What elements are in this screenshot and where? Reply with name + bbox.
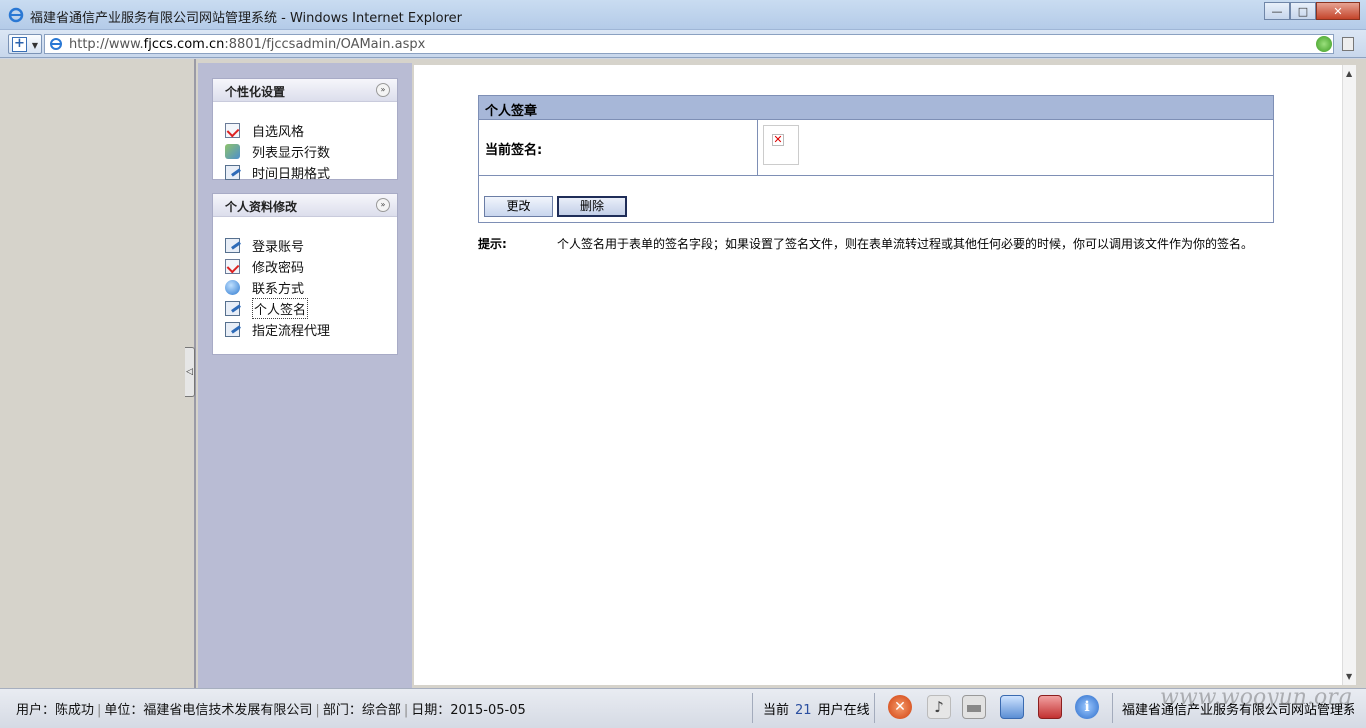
sidebar-item-process-proxy[interactable]: 指定流程代理 [225,319,397,340]
url-path: :8801/fjccsadmin/OAMain.aspx [224,37,426,52]
url-prefix: http://www. [69,37,144,52]
user-info: 用户：陈成功 | 单位：福建省电信技术发展有限公司 | 部门：综合部 | 日期：2015-0… [16,703,526,718]
plus-icon: + [12,37,27,52]
list-icon [225,144,240,159]
edit-icon [225,301,240,316]
collapse-icon[interactable]: » [376,198,390,212]
panel-personal-settings: 个性化设置 » 自选风格 列表显示行数 时间日期格式 [212,78,398,183]
sidebar-item-label: 自选风格 [252,125,305,140]
sidebar-item-datetime-format[interactable]: 时间日期格式 [225,162,397,183]
change-button[interactable]: 更改 [484,196,553,217]
edit-icon [225,165,240,180]
watermark: www.wooyun.org [1160,685,1352,710]
status-user: 用户：陈成功 [16,703,95,718]
sidebar-item-label: 时间日期格式 [252,167,331,182]
current-signature-row: 当前签名: ✕ [479,120,1273,176]
logout-icon[interactable]: ✕ [888,695,912,719]
ie-icon [8,7,24,23]
sidebar-item-label: 指定流程代理 [252,324,331,339]
sidebar-item-label: 修改密码 [252,261,305,276]
signature-image: ✕ [763,125,799,165]
edit-icon [225,322,240,337]
signature-table-header: 个人签章 [479,96,1273,120]
sidebar-item-style[interactable]: 自选风格 [225,120,397,141]
sidebar-item-label: 登录账号 [252,240,305,255]
page-frame: ◁ 个性化设置 » 自选风格 列表显示行数 时间日期格式 个人资料修改 » 登录… [0,59,1366,688]
panel-title: 个人资料修改 [225,200,298,214]
signature-actions: 更改 删除 [479,176,1273,222]
signature-table: 个人签章 当前签名: ✕ 更改 删除 [478,95,1274,223]
scroll-down-icon[interactable]: ▼ [1346,672,1352,681]
panel-title: 个性化设置 [225,85,286,99]
page-ie-icon [50,38,62,50]
status-divider [1112,693,1113,723]
sidebar-item-change-password[interactable]: 修改密码 [225,256,397,277]
sidebar-item-signature[interactable]: 个人签名 [225,298,397,319]
current-signature-value: ✕ [758,120,1273,175]
panel-header[interactable]: 个人资料修改 » [213,194,397,217]
close-button[interactable]: ✕ [1316,2,1360,20]
main-content: 个人签章 当前签名: ✕ 更改 删除 提示: 个人签名用于表单的签名字段；如果设… [414,65,1342,685]
collapse-icon[interactable]: » [376,83,390,97]
new-tab-button[interactable]: + ▼ [8,34,42,54]
window-titlebar: 福建省通信产业服务有限公司网站管理系统 - Windows Internet E… [0,0,1366,30]
tools-icon[interactable] [1000,695,1024,719]
status-divider [874,693,875,723]
sidebar-item-contact[interactable]: 联系方式 [225,277,397,298]
edit-icon [225,238,240,253]
sidebar-menu: 个性化设置 » 自选风格 列表显示行数 时间日期格式 个人资料修改 » 登录账号… [198,63,412,688]
sidebar-item-label: 列表显示行数 [252,146,331,161]
doc-check-icon [225,123,240,138]
delete-button[interactable]: 删除 [557,196,627,217]
url-text: http://www.fjccs.com.cn:8801/fjccsadmin/… [69,37,425,52]
sidebar-item-label: 个人签名 [252,298,309,319]
contacts-icon[interactable] [1038,695,1062,719]
broken-image-icon: ✕ [772,133,784,146]
window-controls: — □ ✕ [1264,2,1360,20]
maximize-button[interactable]: □ [1290,2,1316,20]
url-input[interactable]: http://www.fjccs.com.cn:8801/fjccsadmin/… [44,34,1334,54]
status-date: 日期：2015-05-05 [411,703,526,718]
sidebar-item-login-account[interactable]: 登录账号 [225,235,397,256]
window-title: 福建省通信产业服务有限公司网站管理系统 - Windows Internet E… [30,11,462,26]
left-blank-pane [6,59,196,688]
url-domain: fjccs.com.cn [143,37,225,52]
status-divider [752,693,753,723]
vertical-scrollbar[interactable]: ▲ ▼ [1342,65,1356,685]
sidebar-item-list-rows[interactable]: 列表显示行数 [225,141,397,162]
print-icon[interactable] [962,695,986,719]
online-prefix: 当前 [763,703,790,718]
status-unit: 单位：福建省电信技术发展有限公司 [104,703,313,718]
address-bar: + ▼ http://www.fjccs.com.cn:8801/fjccsad… [0,30,1366,58]
current-signature-label: 当前签名: [479,120,758,175]
online-count: 21 [795,703,812,718]
scroll-up-icon[interactable]: ▲ [1346,69,1352,78]
online-suffix: 用户在线 [817,703,870,718]
hint-label: 提示: [478,237,507,251]
minimize-button[interactable]: — [1264,2,1290,20]
compat-view-icon[interactable] [1342,37,1354,51]
go-icon[interactable] [1316,36,1332,52]
globe-icon [225,280,240,295]
chevron-down-icon: ▼ [31,41,38,50]
hint-text: 个人签名用于表单的签名字段；如果设置了签名文件，则在表单流转过程或其他任何必要的… [557,237,1254,251]
music-icon[interactable]: ♪ [927,695,951,719]
splitter-collapse-handle[interactable]: ◁ [185,347,195,397]
status-dept: 部门：综合部 [322,703,401,718]
info-icon[interactable]: i [1075,695,1099,719]
doc-check-icon [225,259,240,274]
panel-header[interactable]: 个性化设置 » [213,79,397,102]
panel-profile-edit: 个人资料修改 » 登录账号 修改密码 联系方式 个人签名 指定流程代理 [212,193,398,355]
online-users: 当前 21 用户在线 [763,699,870,718]
sidebar-item-label: 联系方式 [252,282,305,297]
